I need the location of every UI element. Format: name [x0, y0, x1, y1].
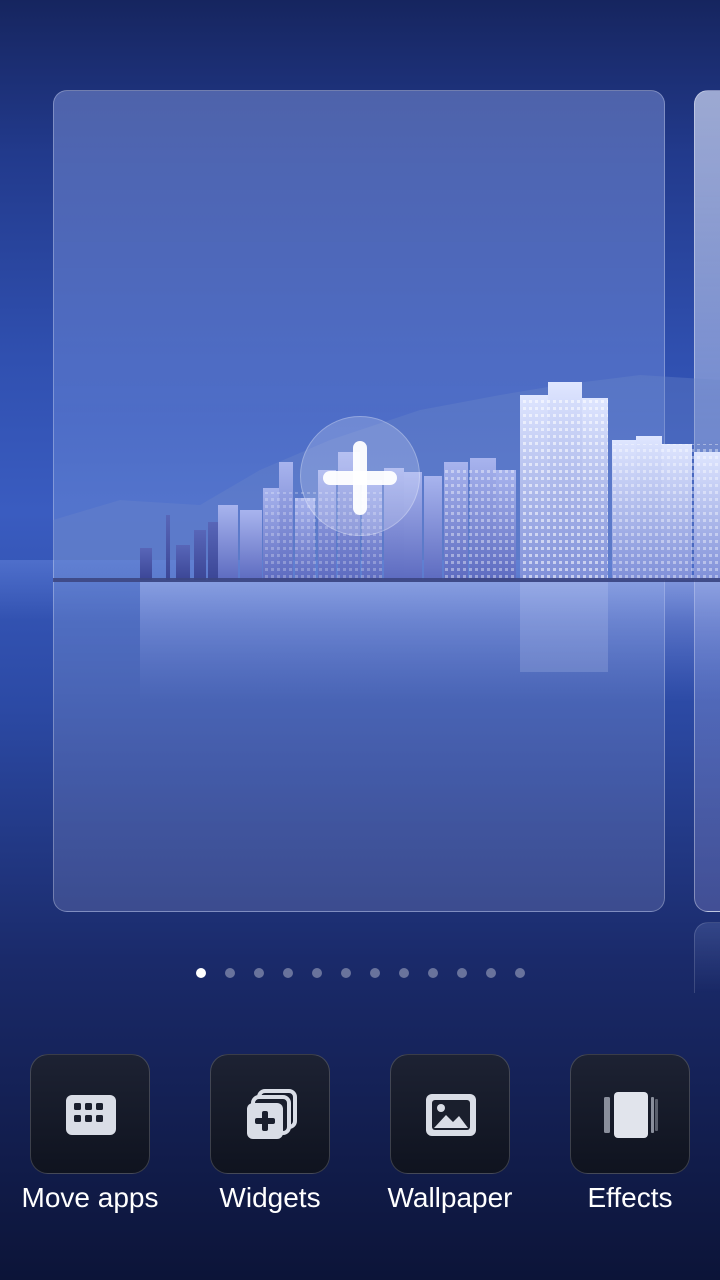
page-dot [398, 968, 409, 978]
move-apps-tile[interactable] [30, 1054, 150, 1174]
page-dot [282, 968, 293, 978]
page-dot-active [195, 968, 206, 978]
widgets-label: Widgets [219, 1182, 321, 1213]
move-apps-label: Move apps [21, 1182, 159, 1213]
plus-icon-vertical [353, 441, 367, 515]
move-apps-button[interactable]: Move apps [0, 1054, 180, 1224]
effects-label: Effects [587, 1182, 673, 1213]
page-dot [311, 968, 322, 978]
page-dot [456, 968, 467, 978]
widgets-button[interactable]: Widgets [180, 1054, 360, 1224]
edit-toolbar: Move apps Widgets Wallpaper Effects [0, 1054, 720, 1224]
page-indicator[interactable] [0, 968, 720, 982]
effects-tile[interactable] [570, 1054, 690, 1174]
next-page-reflection [694, 922, 720, 993]
effects-button[interactable]: Effects [540, 1054, 720, 1224]
app-grid-icon [66, 1095, 116, 1135]
page-dot [514, 968, 525, 978]
image-icon [426, 1094, 476, 1136]
add-widget-icon [247, 1089, 297, 1139]
transition-effect-icon [604, 1092, 658, 1138]
widgets-tile[interactable] [210, 1054, 330, 1174]
page-dot [224, 968, 235, 978]
page-dot [485, 968, 496, 978]
wallpaper-button[interactable]: Wallpaper [360, 1054, 540, 1224]
page-dot [340, 968, 351, 978]
wallpaper-label: Wallpaper [387, 1182, 513, 1213]
page-dot [253, 968, 264, 978]
add-page-button[interactable] [300, 416, 420, 536]
next-page-preview[interactable] [694, 90, 720, 912]
page-dot [369, 968, 380, 978]
page-dot [427, 968, 438, 978]
wallpaper-tile[interactable] [390, 1054, 510, 1174]
